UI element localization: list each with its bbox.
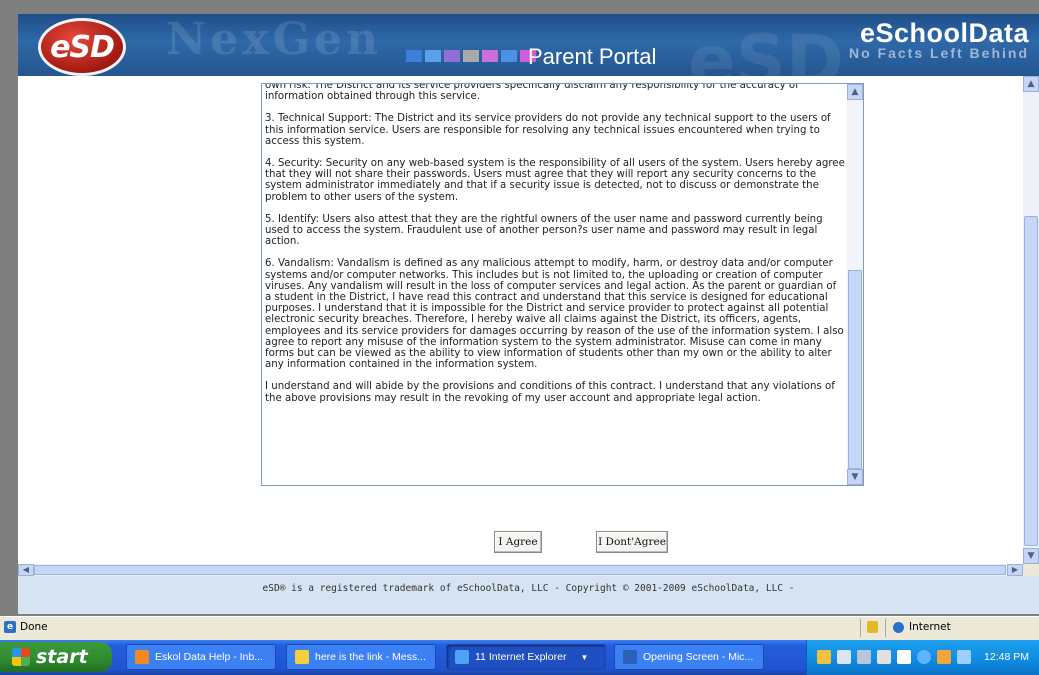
browser-status-bar: e Done Internet bbox=[0, 616, 1039, 640]
page-horizontal-scrollbar[interactable]: ◀ ▶ bbox=[18, 564, 1023, 576]
tray-tool-icon[interactable] bbox=[817, 650, 831, 664]
esd-logo: eSD bbox=[38, 18, 126, 76]
contract-paragraph: 5. Identify: Users also attest that they… bbox=[265, 213, 823, 248]
scroll-thumb[interactable] bbox=[1024, 216, 1038, 546]
start-label: start bbox=[36, 646, 88, 668]
page-footer: eSD® is a registered trademark of eSchoo… bbox=[18, 576, 1039, 614]
taskbar-item-label: Opening Screen - Mic... bbox=[643, 651, 754, 663]
color-square bbox=[444, 50, 460, 62]
contract-paragraph: I understand and will abide by the provi… bbox=[265, 381, 835, 404]
scroll-up-icon[interactable]: ▲ bbox=[847, 84, 863, 100]
scroll-left-icon[interactable]: ◀ bbox=[18, 564, 34, 576]
contract-scrollbar[interactable]: ▲ ▼ bbox=[847, 84, 863, 485]
message-icon bbox=[295, 650, 309, 664]
disagree-button[interactable]: I Dont'Agree bbox=[596, 531, 668, 553]
tray-help-icon[interactable] bbox=[897, 650, 911, 664]
copyright-text: eSD® is a registered trademark of eSchoo… bbox=[262, 583, 795, 594]
globe-icon bbox=[893, 622, 904, 633]
tray-chevron-icon[interactable] bbox=[917, 650, 931, 664]
color-square bbox=[482, 50, 498, 62]
scroll-up-icon[interactable]: ▲ bbox=[1023, 76, 1039, 92]
scroll-thumb[interactable] bbox=[848, 270, 862, 469]
contract-paragraph: 4. Security: Security on any web-based s… bbox=[265, 158, 845, 203]
start-button[interactable]: start bbox=[0, 642, 112, 672]
word-document-icon bbox=[623, 650, 637, 664]
contract-textarea[interactable]: own risk. The District and its service p… bbox=[261, 83, 864, 486]
contract-paragraph: own risk. The District and its service p… bbox=[265, 83, 799, 103]
taskbar-item-label: Eskol Data Help - Inb... bbox=[155, 651, 263, 663]
color-square bbox=[406, 50, 422, 62]
taskbar-item-label: here is the link - Mess... bbox=[315, 651, 426, 663]
agree-button[interactable]: I Agree bbox=[494, 531, 542, 553]
scroll-right-icon[interactable]: ▶ bbox=[1007, 564, 1023, 576]
contract-paragraph: 6. Vandalism: Vandalism is defined as an… bbox=[265, 258, 844, 371]
status-divider bbox=[860, 619, 861, 637]
lock-icon bbox=[867, 621, 878, 633]
contract-paragraph: 3. Technical Support: The District and i… bbox=[265, 113, 831, 147]
scroll-down-icon[interactable]: ▼ bbox=[847, 469, 863, 485]
scroll-thumb[interactable] bbox=[34, 565, 1006, 575]
tray-printer-icon[interactable] bbox=[877, 650, 891, 664]
clock: 12:48 PM bbox=[984, 651, 1029, 663]
taskbar-item[interactable]: Eskol Data Help - Inb... bbox=[126, 644, 276, 670]
status-text: Done bbox=[20, 621, 48, 633]
tray-pen-icon[interactable] bbox=[857, 650, 871, 664]
color-square bbox=[501, 50, 517, 62]
taskbar-item[interactable]: 11 Internet Explorer ▼ bbox=[446, 644, 606, 670]
scrollbar-corner bbox=[1023, 564, 1039, 576]
scroll-down-icon[interactable]: ▼ bbox=[1023, 548, 1039, 564]
page-vertical-scrollbar[interactable]: ▲ ▼ bbox=[1023, 76, 1039, 564]
system-tray: 12:48 PM bbox=[806, 640, 1039, 675]
contract-text: own risk. The District and its service p… bbox=[265, 83, 845, 415]
portal-title: Parent Portal bbox=[528, 44, 657, 69]
color-square bbox=[425, 50, 441, 62]
brand-tagline: No Facts Left Behind bbox=[848, 45, 1029, 61]
tray-display-icon[interactable] bbox=[957, 650, 971, 664]
taskbar-item-label: 11 Internet Explorer bbox=[475, 651, 567, 663]
chevron-down-icon: ▼ bbox=[580, 652, 589, 662]
status-divider bbox=[885, 619, 886, 637]
security-zone-text: Internet bbox=[909, 621, 951, 633]
nexgen-watermark: NexGen bbox=[166, 14, 383, 65]
tray-app-icon[interactable] bbox=[937, 650, 951, 664]
color-square bbox=[463, 50, 479, 62]
logo-text: eSD bbox=[50, 29, 115, 65]
tray-network-icon[interactable] bbox=[837, 650, 851, 664]
brand-block: eSchoolData No Facts Left Behind bbox=[849, 18, 1029, 61]
internet-explorer-icon bbox=[455, 650, 469, 664]
color-squares bbox=[406, 50, 536, 62]
windows-taskbar: start Eskol Data Help - Inb... here is t… bbox=[0, 640, 1039, 675]
mail-app-icon bbox=[135, 650, 149, 664]
portal-header: eSD eSD NexGen Parent Portal eSchoolData… bbox=[18, 14, 1039, 76]
taskbar-item[interactable]: Opening Screen - Mic... bbox=[614, 644, 764, 670]
header-watermark-esd: eSD bbox=[688, 20, 844, 76]
ie-page-icon: e bbox=[4, 621, 16, 633]
windows-logo-icon bbox=[12, 648, 30, 666]
taskbar-item[interactable]: here is the link - Mess... bbox=[286, 644, 436, 670]
